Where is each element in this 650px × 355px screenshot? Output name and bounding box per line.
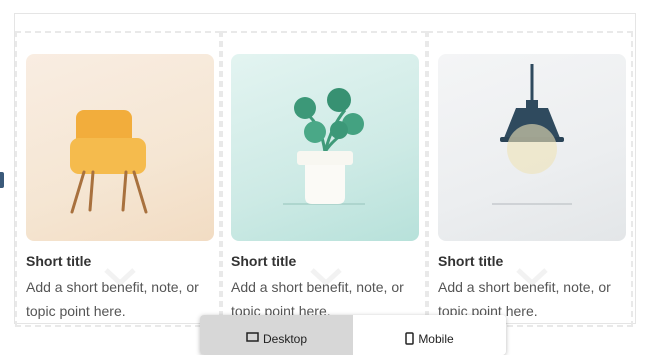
card-image-lamp[interactable] <box>438 54 626 241</box>
potted-plant-icon <box>283 88 365 205</box>
column-2[interactable]: Short title Add a short benefit, note, o… <box>221 31 427 327</box>
column-3[interactable]: Short title Add a short benefit, note, o… <box>427 31 633 327</box>
pendant-lamp-icon <box>492 64 572 205</box>
card-title[interactable]: Short title <box>231 253 296 269</box>
card-title[interactable]: Short title <box>26 253 91 269</box>
mobile-view-button[interactable]: Mobile <box>353 315 506 355</box>
editor-canvas: Short title Add a short benefit, note, o… <box>14 13 636 327</box>
left-panel-handle[interactable] <box>0 172 4 188</box>
chevron-down-icon <box>104 268 136 287</box>
chevron-down-icon <box>516 268 548 287</box>
card-image-chair[interactable] <box>26 54 214 241</box>
chevron-down-icon <box>310 268 342 287</box>
desktop-icon <box>246 332 259 342</box>
view-toggle: Desktop Mobile <box>200 315 506 355</box>
card-image-plant[interactable] <box>231 54 419 241</box>
column-1[interactable]: Short title Add a short benefit, note, o… <box>15 31 221 327</box>
card-title[interactable]: Short title <box>438 253 503 269</box>
mobile-view-label: Mobile <box>418 332 454 346</box>
chair-icon <box>70 110 148 214</box>
desktop-view-button[interactable]: Desktop <box>200 315 353 355</box>
mobile-icon <box>405 332 415 345</box>
desktop-view-label: Desktop <box>262 332 308 346</box>
